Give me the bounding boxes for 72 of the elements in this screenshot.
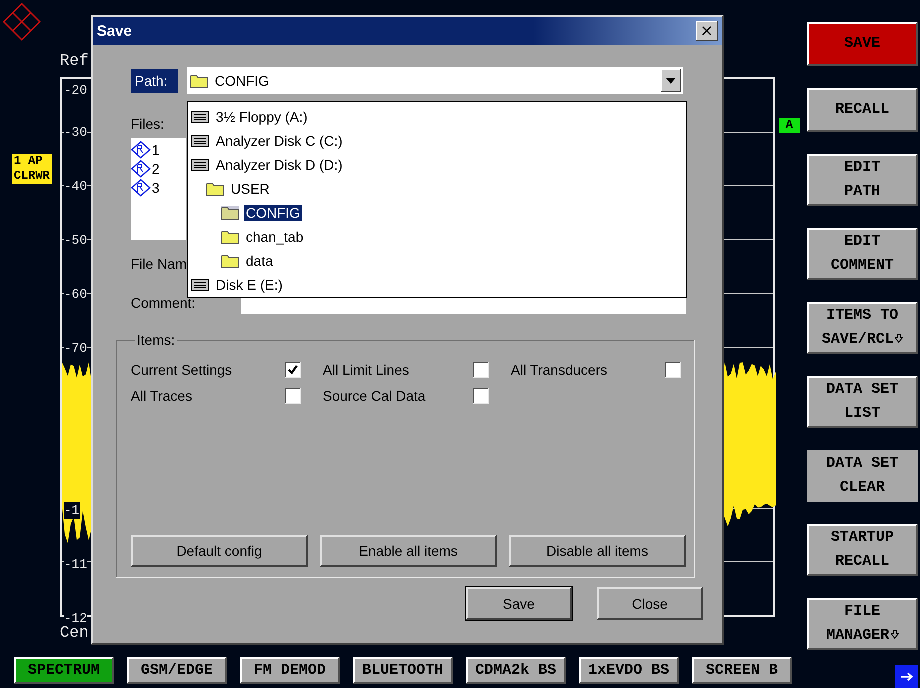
softkey[interactable]: EDIT COMMENT — [807, 228, 918, 280]
mode-tab[interactable]: CDMA2k BS — [466, 657, 566, 684]
mode-tab[interactable]: FM DEMOD — [240, 657, 340, 684]
drive-icon — [191, 135, 209, 147]
file-name-label: File Nam — [131, 256, 188, 272]
folder-icon — [221, 206, 239, 220]
path-list-item[interactable]: USER — [229, 181, 272, 197]
path-list-item[interactable]: data — [244, 253, 276, 269]
mode-tab[interactable]: 1xEVDO BS — [579, 657, 679, 684]
folder-icon — [221, 254, 239, 268]
checkbox[interactable] — [285, 362, 301, 378]
trace-info-label: 1 AP — [12, 154, 52, 169]
softkey[interactable]: EDIT PATH — [807, 154, 918, 206]
checkbox[interactable] — [473, 362, 489, 378]
comment-label: Comment: — [131, 295, 197, 311]
dialog-button[interactable]: Save — [466, 587, 572, 620]
marker-badge: A — [779, 118, 800, 133]
dataset-icon — [131, 140, 151, 158]
path-list-item[interactable]: chan_tab — [244, 229, 306, 245]
center-label: Cen — [60, 624, 89, 642]
dialog-button[interactable]: Close — [597, 587, 703, 620]
mode-tab[interactable]: GSM/EDGE — [127, 657, 227, 684]
path-list-item[interactable]: Disk E (E:) — [214, 277, 285, 293]
file-list[interactable]: 1 2 3 — [131, 138, 186, 240]
path-label: Path: — [131, 68, 178, 92]
checkbox-label: All Limit Lines — [323, 362, 410, 378]
drive-icon — [191, 111, 209, 123]
softkey[interactable]: DATA SET LIST — [807, 376, 918, 428]
path-list-item[interactable]: 3½ Floppy (A:) — [214, 109, 310, 125]
mode-tab[interactable]: SCREEN B — [692, 657, 792, 684]
softkey[interactable]: ITEMS TO SAVE/RCL — [807, 302, 918, 354]
file-list-item[interactable]: 2 — [152, 160, 160, 176]
file-list-item[interactable]: 1 — [152, 142, 160, 158]
close-button[interactable]: × — [696, 21, 718, 41]
drive-icon — [191, 159, 209, 171]
path-dropdown[interactable]: CONFIG — [187, 67, 683, 94]
checkbox-label: Source Cal Data — [323, 388, 426, 404]
caret-icon — [666, 78, 676, 84]
items-button[interactable]: Enable all items — [320, 535, 497, 567]
checkbox-label: Current Settings — [131, 362, 232, 378]
file-list-item[interactable]: 3 — [152, 180, 160, 196]
items-button[interactable]: Default config — [131, 535, 308, 567]
path-list-item[interactable]: Analyzer Disk D (D:) — [214, 157, 345, 173]
softkey[interactable]: STARTUP RECALL — [807, 524, 918, 576]
logo-icon — [2, 2, 42, 42]
items-button[interactable]: Disable all items — [509, 535, 686, 567]
checkbox-label: All Transducers — [511, 362, 608, 378]
mode-tab[interactable]: SPECTRUM — [14, 657, 114, 684]
dropdown-button[interactable] — [661, 69, 681, 92]
folder-icon — [221, 230, 239, 244]
softkey[interactable]: RECALL — [807, 88, 918, 132]
folder-icon — [190, 74, 208, 88]
softkey[interactable]: FILE MANAGER — [807, 598, 918, 650]
path-dropdown-menu[interactable]: 3½ Floppy (A:) Analyzer Disk C (C:) Analyzer Disk D (D:) USER CONFIG chan_tab data Disk E (E:) — [187, 101, 687, 298]
checkbox[interactable] — [473, 388, 489, 404]
path-list-item[interactable]: Analyzer Disk C (C:) — [214, 133, 345, 149]
checkbox[interactable] — [285, 388, 301, 404]
dataset-icon — [131, 178, 151, 196]
arrow-right-icon[interactable] — [895, 665, 918, 688]
trace-info-label: CLRWR — [12, 169, 52, 184]
checkbox[interactable] — [665, 362, 681, 378]
checkbox-label: All Traces — [131, 388, 192, 404]
window-title: Save — [97, 22, 132, 40]
mode-tab[interactable]: BLUETOOTH — [353, 657, 453, 684]
files-label: Files: — [131, 116, 164, 132]
drive-icon — [191, 279, 209, 291]
dataset-icon — [131, 160, 151, 178]
items-label: Items: — [136, 332, 176, 348]
reference-level-label: Ref — [60, 52, 89, 70]
folder-icon — [206, 182, 224, 196]
scale-label: -1 — [64, 502, 80, 519]
path-list-item[interactable]: CONFIG — [244, 205, 302, 221]
